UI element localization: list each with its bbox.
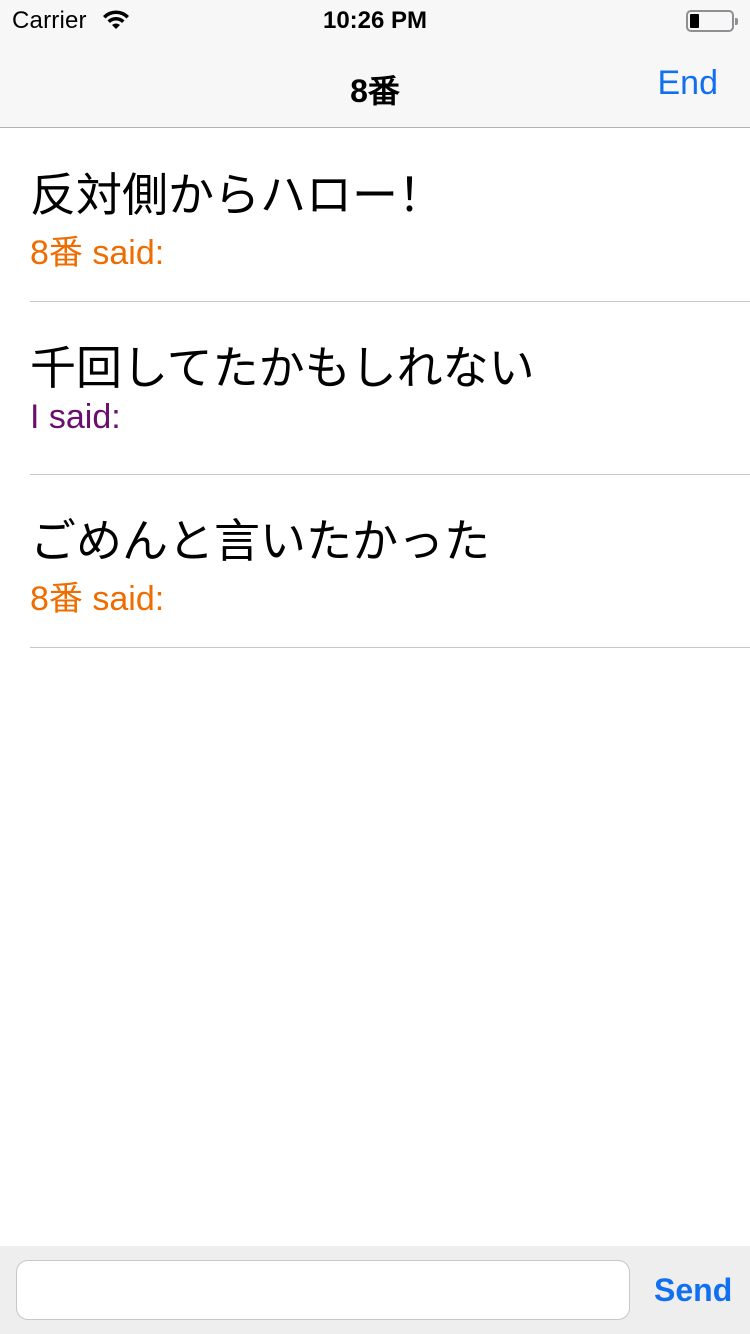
battery-icon bbox=[686, 10, 738, 32]
message-list[interactable]: 反対側からハロー！ 8番 said: 千回してたかもしれない I said: ごめんと言… bbox=[0, 129, 750, 648]
battery-nub bbox=[735, 18, 738, 25]
message-row[interactable]: 反対側からハロー！ 8番 said: bbox=[0, 129, 750, 302]
status-time: 10:26 PM bbox=[322, 7, 428, 34]
input-bar: Send bbox=[0, 1246, 750, 1334]
message-text: ごめんと言いたかった bbox=[30, 515, 490, 567]
chat-screen: Carrier 10:26 PM 8番 End 反対側からハロー！ 8番 said… bbox=[0, 0, 750, 1334]
navigation-bar: 8番 End bbox=[0, 40, 750, 128]
message-sender: I said: bbox=[30, 398, 121, 436]
row-divider bbox=[30, 647, 750, 648]
message-row[interactable]: ごめんと言いたかった 8番 said: bbox=[0, 475, 750, 648]
send-button[interactable]: Send bbox=[654, 1272, 732, 1309]
message-input[interactable] bbox=[16, 1260, 630, 1320]
page-title: 8番 bbox=[350, 73, 400, 109]
end-button[interactable]: End bbox=[658, 64, 719, 103]
message-text: 反対側からハロー！ bbox=[30, 169, 444, 221]
message-row[interactable]: 千回してたかもしれない I said: bbox=[0, 302, 750, 475]
status-bar: Carrier 10:26 PM bbox=[0, 0, 750, 40]
message-sender: 8番 said: bbox=[30, 580, 165, 618]
message-sender: 8番 said: bbox=[30, 234, 165, 272]
battery-fill bbox=[690, 14, 699, 28]
message-text: 千回してたかもしれない bbox=[30, 342, 535, 394]
